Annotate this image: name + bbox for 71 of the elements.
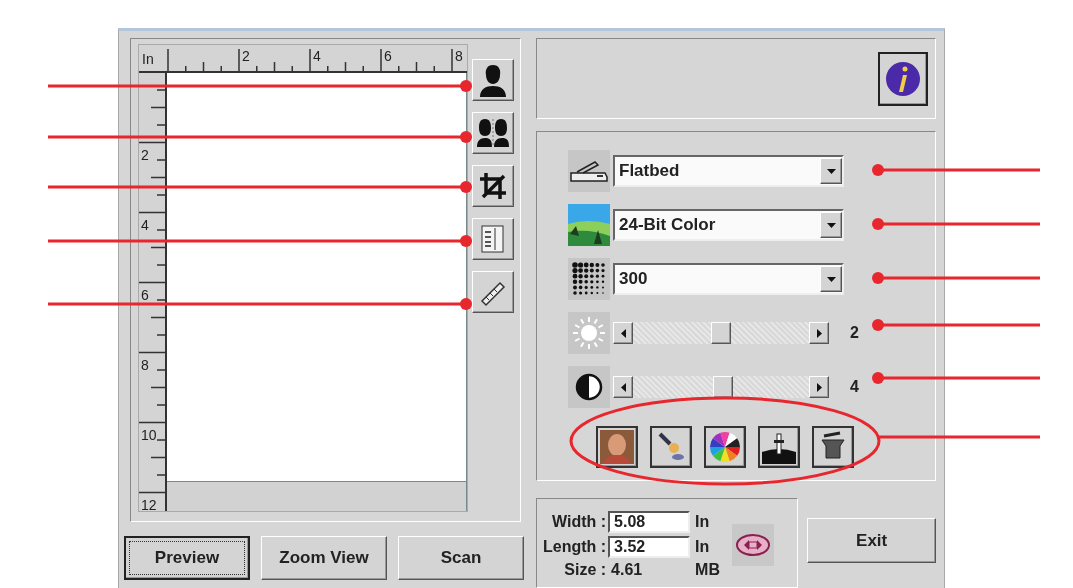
person-icon (600, 430, 634, 465)
filter-button[interactable] (758, 426, 800, 469)
unit-text: In (694, 513, 711, 531)
exit-button[interactable]: Exit (807, 518, 936, 563)
dropdown-button[interactable] (820, 158, 842, 185)
tool-button[interactable] (472, 218, 514, 260)
crop-icon (479, 172, 507, 200)
ruler-label: 12 (141, 498, 157, 512)
filter-button[interactable] (704, 426, 746, 469)
dropdown[interactable]: Flatbed (613, 155, 844, 188)
info-button[interactable] (878, 51, 928, 106)
tool-button[interactable] (472, 271, 514, 313)
ruler-label: 10 (141, 428, 157, 442)
slider-thumb[interactable] (712, 376, 733, 399)
action-button[interactable]: Preview (124, 536, 250, 580)
size-value: 4.61 (610, 561, 644, 579)
ruler-label: 4 (313, 49, 321, 63)
size-label: Size : (563, 561, 607, 579)
eyedropper-icon (762, 430, 796, 465)
tool-button[interactable] (472, 112, 514, 154)
unit-text: MB (694, 561, 720, 579)
document-icon (480, 224, 506, 254)
slider[interactable] (613, 322, 829, 345)
swap-button[interactable] (732, 524, 774, 566)
ruler-label: 6 (141, 288, 149, 302)
filter-button[interactable] (812, 426, 854, 469)
size-label: Width : (551, 513, 607, 531)
input-field[interactable]: 5.08 (608, 511, 691, 533)
size-label: Length : (543, 538, 607, 556)
ruler-label: 8 (141, 358, 149, 372)
slider[interactable] (613, 376, 829, 399)
filter-button[interactable] (596, 426, 638, 469)
left-arrow-icon (620, 382, 626, 392)
two-people-icon (476, 117, 510, 149)
info-icon (884, 59, 922, 98)
scroll-left-button[interactable] (613, 322, 633, 345)
scanner-icon (569, 159, 609, 184)
slider-thumb[interactable] (711, 322, 731, 345)
filter-button[interactable] (650, 426, 692, 469)
unit-text: In (694, 538, 711, 556)
ruler-label: 4 (141, 218, 149, 232)
person-icon (478, 63, 508, 97)
landscape-icon (568, 204, 610, 247)
caret-icon (826, 168, 836, 174)
dropdown[interactable]: 300 (613, 263, 844, 296)
ruler-label: 2 (141, 148, 149, 162)
caret-icon (826, 222, 836, 228)
action-button[interactable]: Zoom View (261, 536, 387, 580)
scroll-right-button[interactable] (809, 376, 829, 399)
unit-label: In (139, 45, 167, 73)
dropdown-button[interactable] (820, 266, 842, 293)
scroll-left-button[interactable] (613, 376, 633, 399)
scroll-right-button[interactable] (809, 322, 829, 345)
right-arrow-icon (816, 382, 822, 392)
ruler-label: 8 (455, 49, 463, 63)
tool-button[interactable] (472, 59, 514, 101)
ruler-label: 2 (242, 49, 250, 63)
ruler-label: 6 (384, 49, 392, 63)
color-wheel-icon (708, 430, 742, 465)
right-arrow-icon (816, 328, 822, 338)
slider-value: 2 (850, 324, 859, 343)
contrast-icon (575, 373, 603, 402)
action-button[interactable]: Scan (398, 536, 524, 580)
dropdown[interactable]: 24-Bit Color (613, 209, 844, 242)
slider-value: 4 (850, 378, 859, 397)
caret-icon (826, 276, 836, 282)
left-arrow-icon (620, 328, 626, 338)
input-field[interactable]: 3.52 (608, 536, 691, 558)
swap-icon (736, 534, 770, 556)
tool-button[interactable] (472, 165, 514, 207)
dropdown-button[interactable] (820, 212, 842, 239)
